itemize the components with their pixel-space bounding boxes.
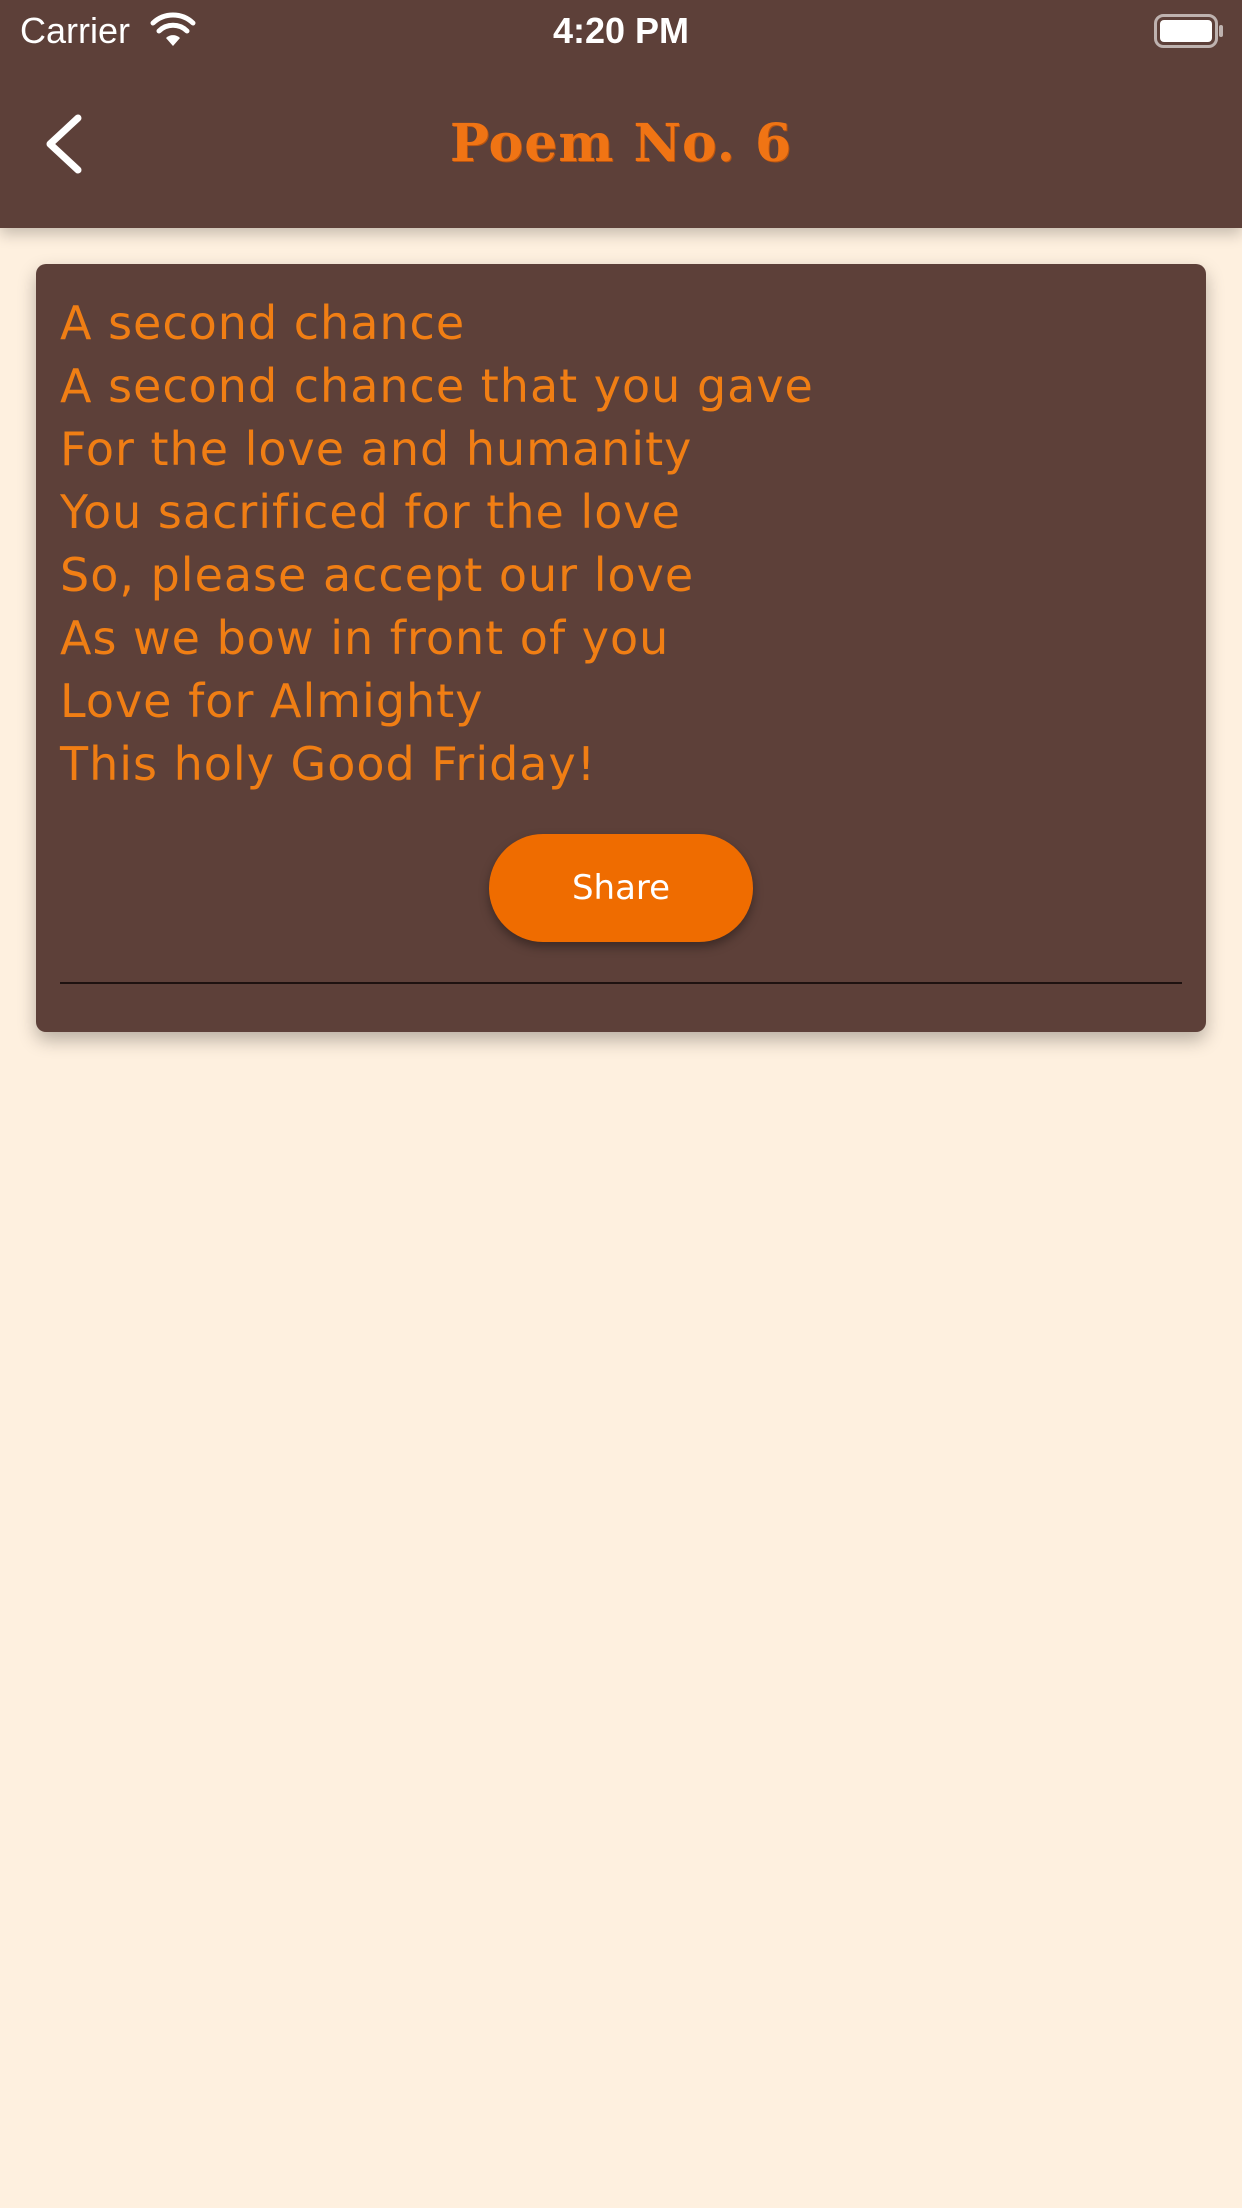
share-button[interactable]: Share [489,834,753,942]
poem-line: As we bow in front of you [60,611,670,665]
card-divider [60,982,1182,984]
poem-card: A second chance A second chance that you… [36,264,1206,1032]
poem-line: A second chance that you gave [60,359,814,413]
poem-line: This holy Good Friday! [60,737,597,791]
poem-line: You sacrificed for the love [60,485,681,539]
status-time: 4:20 PM [552,10,690,51]
nav-header: Carrier 4:20 PM Poem No. 6 [0,0,1242,228]
poem-text: A second chance A second chance that you… [60,292,1170,796]
poem-line: Love for Almighty [60,674,484,728]
poem-line: So, please accept our love [60,548,695,602]
poem-line: For the love and humanity [60,422,693,476]
page-title: Poem No. 6 [449,113,793,174]
poem-line: A second chance [60,296,466,350]
status-bar: Carrier 4:20 PM [0,0,1242,62]
battery-full-icon [1154,14,1224,48]
